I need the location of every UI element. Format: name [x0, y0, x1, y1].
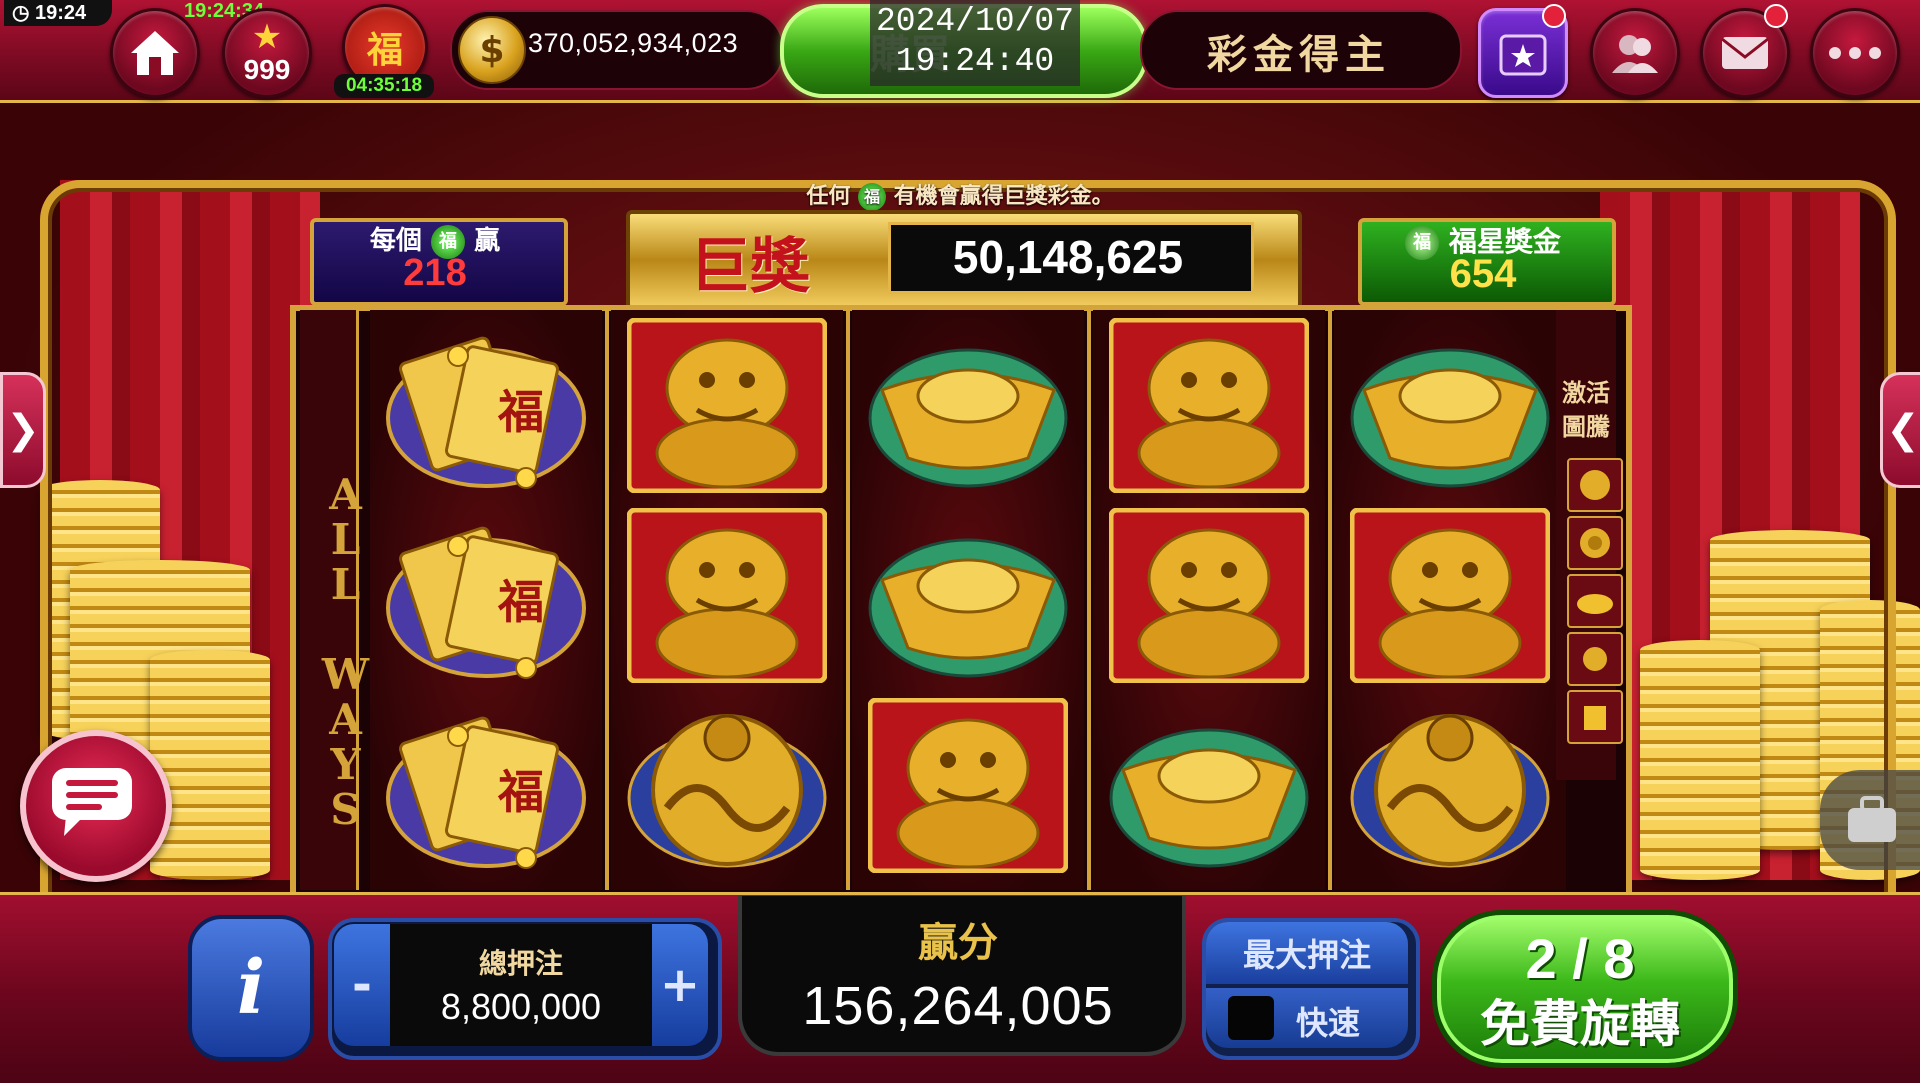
dragon-coin-icon — [1580, 528, 1610, 558]
info-icon: i — [236, 945, 266, 1031]
reel-symbol-red-envelope: 福 — [386, 698, 586, 873]
chevron-left-icon: ❮ — [1886, 407, 1920, 453]
top-note: 任何 福 有機會贏得巨獎彩金。 — [806, 183, 1114, 211]
calendar-notification-badge — [1542, 4, 1566, 28]
totem-slot-blossom — [1567, 632, 1623, 686]
datetime-time: 19:24:40 — [895, 43, 1055, 80]
reel-symbol-gold-ingot — [1109, 698, 1309, 873]
reel-symbol-gold-ingot — [1350, 318, 1550, 493]
star-icon: ★ — [251, 17, 283, 57]
more-button[interactable] — [1810, 8, 1900, 98]
win-label: 贏分 — [918, 920, 998, 966]
blossom-icon — [1583, 647, 1607, 671]
gold-ingot-icon — [1577, 594, 1613, 614]
per-win-value: 218 — [403, 252, 467, 294]
reel-symbol-foo-dog — [627, 318, 827, 493]
friends-button[interactable] — [1590, 8, 1680, 98]
jackpot-winners-label: 彩金得主 — [1207, 31, 1391, 78]
total-bet-label: 總押注 — [478, 947, 563, 980]
more-dots-icon — [1829, 47, 1881, 59]
free-spin-count: 2 / 8 — [1525, 927, 1635, 990]
svg-text:福: 福 — [497, 575, 544, 629]
dragon-coin-icon — [627, 714, 827, 868]
reel-symbol-dragon-coin — [627, 698, 827, 873]
dragon-coin-icon — [1350, 714, 1550, 868]
reel-symbol-red-envelope: 福 — [386, 508, 586, 683]
reel-symbol-foo-dog — [868, 698, 1068, 873]
bag-button[interactable] — [1820, 770, 1920, 870]
svg-text:福: 福 — [497, 765, 544, 819]
reel-symbol-foo-dog — [1350, 508, 1550, 683]
reel-symbol-red-envelope: 福 — [386, 318, 586, 493]
reel-divider — [1328, 310, 1332, 890]
bet-increase-button[interactable]: + — [652, 924, 708, 1046]
reel-divider — [1087, 310, 1091, 890]
svg-text:福: 福 — [497, 385, 544, 439]
left-arrow-button[interactable]: ❯ — [0, 372, 46, 488]
red-envelope-icon: 福 — [386, 526, 586, 679]
fast-label: 快速 — [1296, 1004, 1361, 1042]
star-count: 999 — [243, 54, 291, 85]
totem-slot-gold-ingot — [1567, 574, 1623, 628]
grand-jackpot-label: 巨獎 — [690, 232, 810, 302]
totem-slot-red-envelope — [1567, 690, 1623, 744]
reel-symbol-foo-dog — [1109, 318, 1309, 493]
briefcase-icon — [1848, 796, 1896, 842]
info-button[interactable]: i — [188, 915, 314, 1061]
reel-symbol-gold-ingot — [868, 508, 1068, 683]
mail-notification-badge — [1764, 4, 1788, 28]
datetime-date: 2024/10/07 — [875, 3, 1075, 40]
chevron-right-icon: ❯ — [6, 407, 40, 453]
friends-icon — [1612, 35, 1658, 73]
activate-totem-label: 激活 圖騰 — [1562, 379, 1610, 441]
foo-dog-icon — [1580, 470, 1610, 500]
max-bet-button[interactable]: 最大押注 — [1206, 922, 1408, 984]
foo-dog-icon — [1109, 508, 1309, 683]
foo-dog-icon — [627, 318, 827, 493]
red-envelope-icon: 福 — [386, 336, 586, 489]
chat-button[interactable] — [20, 730, 172, 882]
right-arrow-button[interactable]: ❮ — [1880, 372, 1920, 488]
fu-coin-icon: 福 — [858, 183, 886, 211]
status-clock: ◷ 19:24 — [4, 0, 112, 26]
foo-dog-icon — [627, 508, 827, 683]
reel-symbol-gold-ingot — [868, 318, 1068, 493]
fu-bag-icon: 福 — [366, 30, 403, 71]
dollar-coin-icon: $ — [458, 16, 526, 84]
home-button[interactable] — [110, 8, 200, 98]
all-ways-label: ALL WAYS — [321, 470, 370, 830]
foo-dog-icon — [868, 698, 1068, 873]
mail-icon — [1721, 37, 1769, 69]
free-spin-label: 免費旋轉 — [1480, 995, 1680, 1053]
reel-divider — [605, 310, 609, 890]
reel-symbol-foo-dog — [627, 508, 827, 683]
red-envelope-icon: 福 — [386, 716, 586, 869]
home-icon — [131, 31, 179, 75]
totem-slot-dragon-coin — [1567, 516, 1623, 570]
total-bet-value: 8,800,000 — [440, 986, 602, 1027]
calendar-star-icon — [1499, 34, 1547, 76]
red-envelope-icon — [1584, 706, 1606, 730]
foo-dog-icon — [1109, 318, 1309, 493]
reel-symbol-foo-dog — [1109, 508, 1309, 683]
lucky-star-bonus-value: 654 — [1449, 252, 1517, 296]
gold-ingot-icon — [868, 538, 1068, 678]
datetime-overlay: 2024/10/07 19:24:40 — [870, 0, 1080, 86]
gold-ingot-icon — [868, 348, 1068, 488]
reel-divider — [846, 310, 850, 890]
gold-ingot-icon — [1109, 728, 1309, 868]
win-value: 156,264,005 — [802, 976, 1114, 1036]
bet-decrease-button[interactable]: - — [334, 924, 390, 1046]
totem-slot-foo-dog — [1567, 458, 1623, 512]
gold-ingot-icon — [1350, 348, 1550, 488]
grand-jackpot-value: 50,148,625 — [952, 231, 1184, 283]
foo-dog-icon — [1350, 508, 1550, 683]
fu-bag-timer: 04:35:18 — [334, 74, 434, 98]
reel-symbol-dragon-coin — [1350, 698, 1550, 873]
level-star-button[interactable]: ★ 999 — [222, 8, 312, 98]
coin-balance: 370,052,934,023 — [528, 28, 739, 58]
chat-bubble-icon — [52, 768, 132, 836]
fast-checkbox[interactable] — [1228, 996, 1274, 1040]
